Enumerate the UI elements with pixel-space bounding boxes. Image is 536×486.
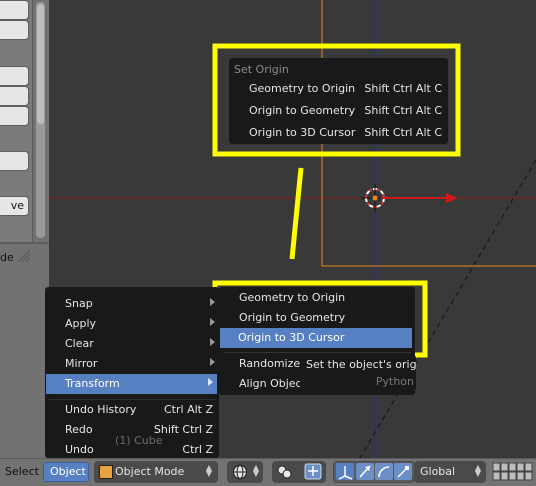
menu-item-shortcut: Shift Ctrl Alt C — [364, 82, 442, 95]
move-arrow-icon — [356, 463, 374, 480]
menu-item-label: Mirror — [65, 357, 98, 370]
menu-item-mirror[interactable]: Mirror — [45, 354, 219, 374]
set-origin-menu: Set Origin Geometry to Origin Shift Ctrl… — [229, 58, 448, 144]
menu-item-apply[interactable]: Apply — [45, 314, 219, 334]
object-menu-label: Object — [50, 465, 86, 478]
manipulator-toggle-icon — [304, 463, 322, 480]
submenu-arrow-icon — [210, 358, 215, 366]
menu-item-label: Origin to 3D Cursor — [238, 331, 345, 344]
menu-item-label: Geometry to Origin — [249, 82, 356, 95]
submenu-arrow-icon — [210, 318, 215, 326]
menu-item-label: Origin to Geometry — [249, 104, 356, 117]
submenu-arrow-icon — [210, 298, 215, 306]
globe-icon — [233, 465, 247, 479]
menu-title: Set Origin — [234, 63, 289, 76]
object-menu-button[interactable]: Object — [43, 462, 89, 482]
menu-item-shortcut: Ctrl Z — [182, 443, 213, 456]
transform-orientation-selector[interactable]: Global ▲ ▼ — [414, 461, 486, 483]
tooltip: Set the object's origin, Python — [300, 355, 416, 391]
tooltip-python: Python — [375, 375, 414, 388]
submenu-item-geometry-to-origin[interactable]: Geometry to Origin — [219, 288, 415, 308]
updown-arrows-icon: ▲ ▼ — [205, 463, 212, 478]
submenu-item-origin-to-geometry[interactable]: Origin to Geometry — [219, 308, 415, 328]
menu-item-label: Apply — [65, 317, 97, 330]
pivot-point-selector[interactable] — [272, 461, 326, 483]
menu-item-shortcut: Shift Ctrl Alt C — [364, 104, 442, 117]
menu-item-geometry-to-origin[interactable]: Geometry to Origin Shift Ctrl Alt C — [229, 79, 448, 99]
pivot-icon — [277, 465, 292, 479]
cube-icon — [99, 465, 113, 479]
orientation-label: Global — [420, 465, 456, 478]
menu-item-clear[interactable]: Clear — [45, 334, 219, 354]
menu-item-shortcut: Ctrl Alt Z — [164, 403, 213, 416]
translate-manipulator-icon — [336, 463, 354, 480]
menu-item-label: Redo — [65, 423, 93, 436]
submenu-item-origin-to-3d-cursor[interactable]: Origin to 3D Cursor — [220, 328, 412, 348]
menu-item-label: Undo History — [65, 403, 137, 416]
annotation-stroke — [289, 167, 304, 260]
menu-item-label: Transform — [65, 377, 120, 390]
updown-arrows-icon: ▲ ▼ — [474, 463, 481, 478]
object-menu: Snap Apply Clear Mirror Transform Undo H… — [45, 287, 219, 458]
menu-item-label: Align Object — [239, 377, 306, 390]
scale-icon — [394, 463, 412, 480]
select-menu[interactable]: Select — [5, 465, 39, 478]
menu-separator — [223, 352, 411, 353]
menu-item-origin-to-3d-cursor[interactable]: Origin to 3D Cursor Shift Ctrl Alt C — [229, 123, 448, 143]
menu-item-label: Origin to Geometry — [239, 311, 346, 324]
menu-item-label: Clear — [65, 337, 94, 350]
viewport-header: Select Object Object Mode ▲ ▼ ▲ ▼ Global… — [0, 458, 536, 486]
submenu-arrow-icon — [210, 338, 215, 346]
menu-item-shortcut: Shift Ctrl Z — [153, 423, 213, 436]
mode-selector[interactable]: Object Mode ▲ ▼ — [94, 461, 218, 483]
menu-item-label: Origin to 3D Cursor — [249, 126, 356, 139]
menu-item-transform[interactable]: Transform — [46, 374, 217, 394]
menu-item-label: Snap — [65, 297, 93, 310]
updown-arrows-icon: ▲ ▼ — [252, 463, 259, 478]
viewport-object-label: (1) Cube — [115, 434, 163, 447]
menu-item-origin-to-geometry[interactable]: Origin to Geometry Shift Ctrl Alt C — [229, 101, 448, 121]
menu-item-label: Geometry to Origin — [239, 291, 346, 304]
mode-label: Object Mode — [115, 465, 185, 478]
viewport-shading-selector[interactable]: ▲ ▼ — [227, 461, 263, 483]
submenu-arrow-icon — [208, 378, 213, 386]
layers-grid-icon[interactable] — [492, 462, 536, 482]
rotate-icon — [375, 463, 393, 480]
menu-item-shortcut: Shift Ctrl Alt C — [364, 126, 442, 139]
manipulator-buttons[interactable] — [333, 461, 415, 483]
menu-item-undo-history[interactable]: Undo History Ctrl Alt Z — [45, 400, 219, 420]
menu-item-label: Undo — [65, 443, 94, 456]
tooltip-text: Set the object's origin, — [306, 358, 416, 371]
menu-item-snap[interactable]: Snap — [45, 294, 219, 314]
x-manipulator-arrow-icon — [381, 193, 458, 203]
